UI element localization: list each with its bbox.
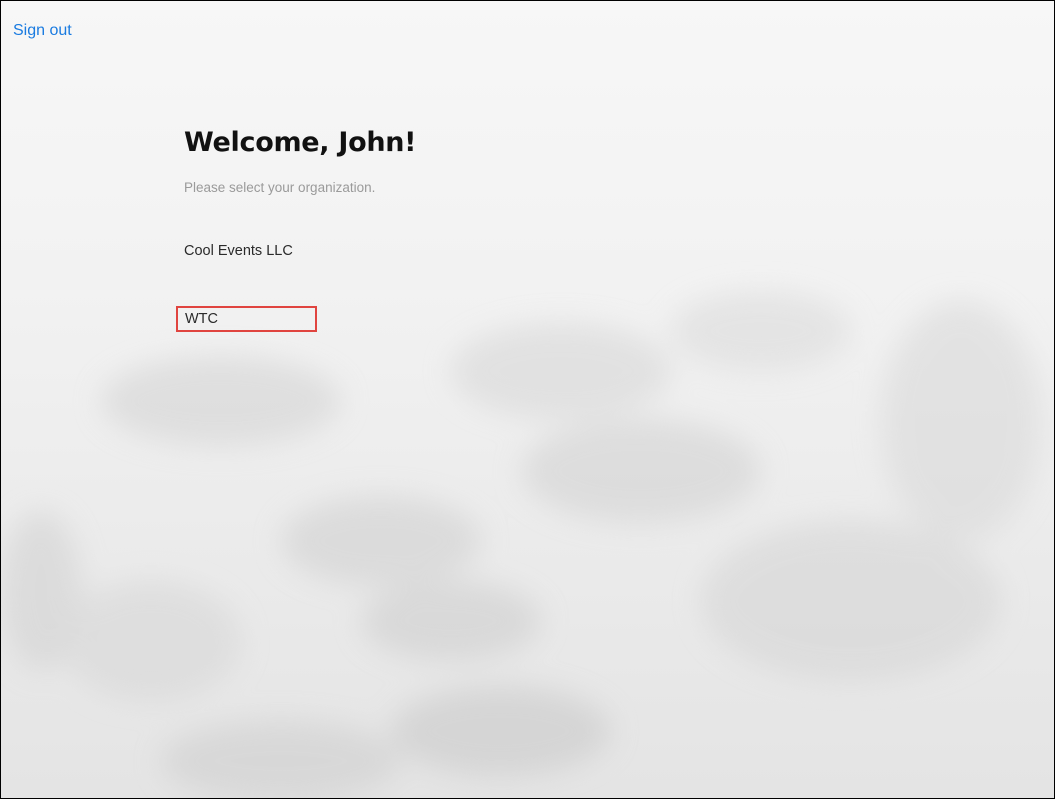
app-window: Sign out Welcome, John! Please select yo…	[0, 0, 1055, 799]
background-photo	[1, 1, 1054, 798]
sign-out-link[interactable]: Sign out	[13, 21, 72, 41]
page-title: Welcome, John!	[184, 127, 417, 158]
page-subtitle: Please select your organization.	[184, 180, 376, 195]
organization-item-wtc[interactable]: WTC	[176, 306, 317, 332]
organization-item-cool-events-llc[interactable]: Cool Events LLC	[184, 242, 293, 260]
organization-item-label: WTC	[185, 311, 219, 327]
